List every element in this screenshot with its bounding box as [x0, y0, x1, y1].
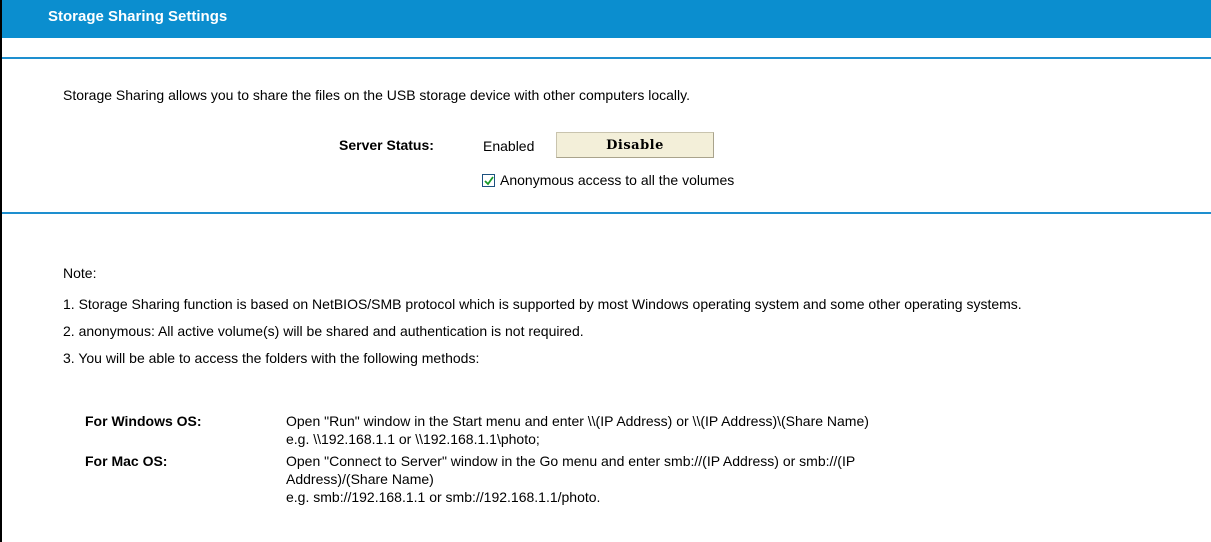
mac-instruction-line-2: Address)/(Share Name) — [286, 471, 434, 487]
mac-instruction-line-1: Open "Connect to Server" window in the G… — [286, 453, 856, 469]
notes-section: Note: 1. Storage Sharing function is bas… — [63, 262, 1173, 374]
access-methods-table: For Windows OS: Open "Run" window in the… — [85, 412, 1046, 510]
mac-os-label: For Mac OS: — [85, 453, 168, 469]
anonymous-access-row[interactable]: Anonymous access to all the volumes — [482, 172, 734, 188]
windows-example-line: e.g. \\192.168.1.1 or \\192.168.1.1\phot… — [286, 431, 540, 447]
checkmark-icon — [484, 175, 494, 185]
title-bar: Storage Sharing Settings — [2, 0, 1211, 38]
disable-button[interactable]: Disable — [556, 132, 714, 158]
anonymous-access-checkbox[interactable] — [482, 173, 495, 187]
mac-example-line: e.g. smb://192.168.1.1 or smb://192.168.… — [286, 489, 601, 505]
anonymous-access-label: Anonymous access to all the volumes — [500, 172, 735, 188]
note-item-1: 1. Storage Sharing function is based on … — [63, 296, 1022, 312]
bottom-divider — [2, 212, 1211, 214]
mac-os-description: Open "Connect to Server" window in the G… — [286, 452, 1046, 506]
windows-os-description: Open "Run" window in the Start menu and … — [286, 412, 1046, 448]
note-item-3: 3. You will be able to access the folder… — [63, 350, 480, 366]
windows-os-label: For Windows OS: — [85, 413, 202, 429]
page-left-border — [0, 0, 2, 542]
server-status-value: Enabled — [483, 138, 535, 154]
windows-instruction-line: Open "Run" window in the Start menu and … — [286, 413, 869, 429]
mac-method-row: For Mac OS: Open "Connect to Server" win… — [85, 452, 1046, 506]
page-title: Storage Sharing Settings — [48, 8, 228, 25]
note-heading: Note: — [63, 265, 97, 281]
top-divider — [2, 57, 1211, 59]
server-status-label: Server Status: — [339, 137, 434, 153]
note-item-2: 2. anonymous: All active volume(s) will … — [63, 323, 584, 339]
windows-method-row: For Windows OS: Open "Run" window in the… — [85, 412, 1046, 448]
intro-text: Storage Sharing allows you to share the … — [63, 87, 690, 103]
